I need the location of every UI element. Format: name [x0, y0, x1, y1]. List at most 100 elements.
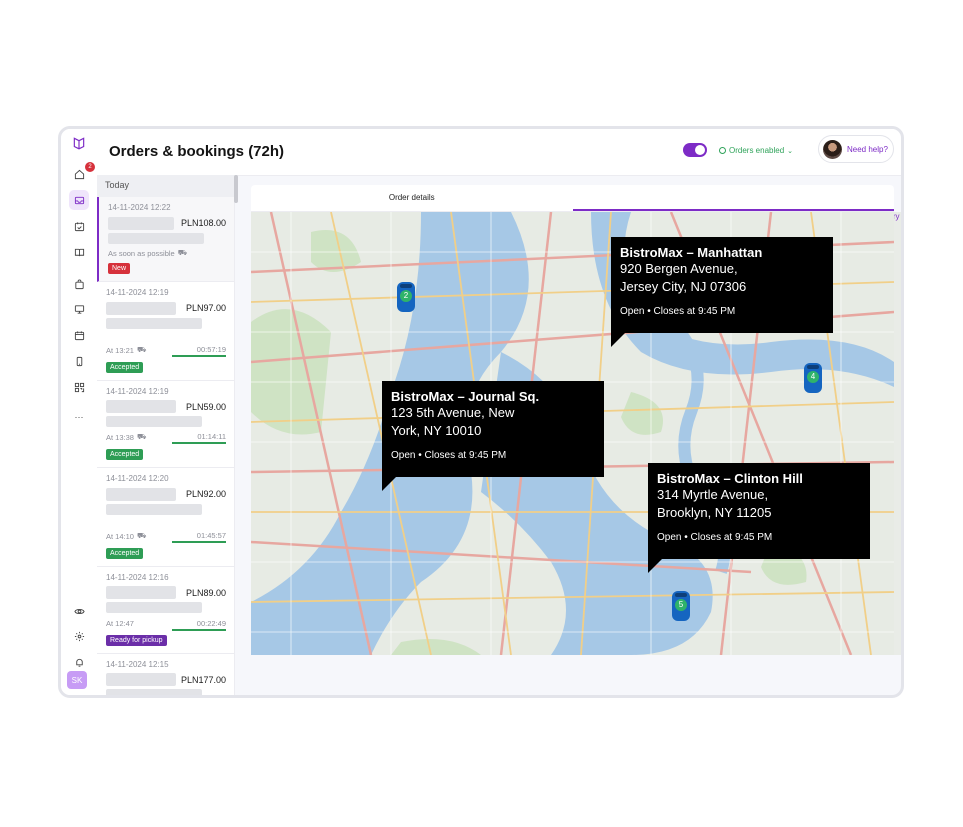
restaurant-address-line2: Brooklyn, NY 11205 — [657, 505, 772, 520]
asap-label: As soon as possible — [108, 248, 175, 258]
restaurant-address-line2: Jersey City, NJ 07306 — [620, 279, 747, 294]
status-badge: New — [108, 263, 131, 274]
redacted-name — [106, 400, 176, 413]
status-badge: Accepted — [106, 449, 144, 460]
qr-code-icon[interactable] — [69, 377, 89, 397]
calendar-icon[interactable] — [69, 325, 89, 345]
restaurant-name: BistroMax – Manhattan — [620, 245, 763, 260]
countdown-timer: 01:45:57 — [196, 531, 226, 540]
redacted-details — [106, 602, 202, 613]
order-date: 14-11-2024 12:19 — [106, 288, 169, 297]
inbox-icon[interactable] — [69, 190, 89, 210]
app-window: 2 ··· SK Orders & bookings (72h) Orders … — [58, 126, 904, 698]
restaurant-address-line1: 314 Myrtle Avenue, — [657, 487, 769, 502]
chevron-down-icon: ⌄ — [787, 147, 794, 155]
monitor-icon[interactable] — [69, 299, 89, 319]
progress-bar — [172, 355, 226, 357]
callout-pointer — [611, 333, 625, 347]
orders-toggle[interactable] — [683, 143, 707, 157]
driver-number: 4 — [807, 371, 819, 383]
settings-icon[interactable] — [69, 626, 89, 646]
order-card[interactable]: 14-11-2024 12:16 PLN89.00 At 12:47 00:22… — [97, 567, 234, 654]
delivery-time: As soon as possible ⛟ — [108, 248, 187, 258]
restaurant-callout-journal-sq[interactable]: BistroMax – Journal Sq. 123 5th Avenue, … — [382, 381, 604, 491]
order-card[interactable]: 14-11-2024 12:22 PLN108.00 As soon as po… — [97, 197, 234, 282]
restaurant-callout-manhattan[interactable]: BistroMax – Manhattan 920 Bergen Avenue,… — [611, 237, 833, 347]
day-header: Today — [97, 175, 234, 197]
list-scrollbar[interactable] — [234, 175, 238, 203]
restaurant-name: BistroMax – Clinton Hill — [657, 471, 803, 486]
calendar-check-icon[interactable] — [69, 216, 89, 236]
order-date: 14-11-2024 12:20 — [106, 474, 169, 483]
bell-icon[interactable] — [69, 652, 89, 672]
orders-status-dropdown[interactable]: Orders enabled ⌄ — [719, 146, 793, 155]
car-icon: ⛟ — [136, 531, 147, 540]
order-list: Today 14-11-2024 12:22 PLN108.00 As soon… — [97, 175, 235, 695]
more-icon[interactable]: ··· — [69, 407, 89, 427]
delivery-time-label: At 13:21 — [106, 345, 134, 355]
truck-icon: ⛟ — [177, 248, 188, 257]
order-card[interactable]: 14-11-2024 12:20 PLN92.00 At 14:10 ⛟ 01:… — [97, 468, 234, 567]
restaurant-callout-clinton-hill[interactable]: BistroMax – Clinton Hill 314 Myrtle Aven… — [648, 463, 870, 573]
top-header: Orders & bookings (72h) Orders enabled ⌄… — [97, 129, 901, 176]
order-date: 14-11-2024 12:19 — [106, 387, 169, 396]
redacted-details — [108, 233, 204, 244]
order-card[interactable]: 14-11-2024 12:15 PLN177.00 — [97, 654, 234, 695]
main-panel: Order details Delivery Map — [251, 185, 901, 655]
order-price: PLN97.00 — [185, 303, 226, 313]
driver-number: 2 — [400, 290, 412, 302]
restaurant-address-line2: York, NY 10010 — [391, 423, 482, 438]
order-card[interactable]: 14-11-2024 12:19 PLN97.00 At 13:21 ⛟ 00:… — [97, 282, 234, 381]
notification-badge: 2 — [85, 162, 95, 172]
delivery-time-label: At 12:47 — [106, 619, 134, 628]
delivery-time-label: At 14:10 — [106, 531, 134, 541]
order-date: 14-11-2024 12:16 — [106, 573, 169, 582]
active-tab-indicator — [573, 209, 894, 211]
redacted-name — [106, 586, 176, 599]
restaurant-hours: Open • Closes at 9:45 PM — [657, 532, 773, 543]
order-date: 14-11-2024 12:15 — [106, 660, 169, 669]
progress-bar — [172, 629, 226, 631]
countdown-timer: 01:14:11 — [197, 432, 226, 441]
countdown-timer: 00:22:49 — [196, 619, 226, 628]
car-icon: ⛟ — [136, 345, 147, 354]
need-help-button[interactable]: Need help? — [818, 135, 894, 163]
callout-pointer — [648, 559, 662, 573]
redacted-name — [108, 217, 174, 230]
redacted-details — [106, 416, 202, 427]
car-icon: ⛟ — [136, 432, 147, 441]
restaurant-name: BistroMax – Journal Sq. — [391, 389, 540, 404]
redacted-name — [106, 673, 176, 686]
redacted-name — [106, 488, 176, 501]
driver-marker[interactable]: 2 — [397, 282, 415, 312]
status-badge: Ready for pickup — [106, 635, 167, 646]
callout-pointer — [382, 477, 396, 491]
delivery-time: At 13:38 ⛟ — [106, 432, 146, 442]
order-card[interactable]: 14-11-2024 12:19 PLN59.00 At 13:38 ⛟ 01:… — [97, 381, 234, 468]
driver-number: 5 — [675, 599, 687, 611]
eye-icon[interactable] — [69, 601, 89, 621]
restaurant-hours: Open • Closes at 9:45 PM — [391, 450, 507, 461]
orders-status-label: Orders enabled — [729, 146, 785, 155]
order-price: PLN177.00 — [180, 675, 226, 685]
bag-icon[interactable] — [69, 274, 89, 294]
book-icon[interactable] — [69, 242, 89, 262]
delivery-map[interactable]: 2 4 5 BistroMax – Manhattan 920 Bergen A… — [251, 212, 894, 655]
need-help-label: Need help? — [847, 144, 888, 154]
progress-bar — [172, 442, 226, 444]
support-avatar — [823, 139, 842, 159]
driver-marker[interactable]: 4 — [804, 363, 822, 393]
logo-icon[interactable] — [69, 133, 89, 153]
delivery-time-label: At 13:38 — [106, 432, 134, 442]
redacted-details — [106, 504, 202, 515]
order-price: PLN59.00 — [185, 402, 226, 412]
tab-order-details[interactable]: Order details — [251, 193, 573, 202]
countdown-timer: 00:57:19 — [196, 345, 226, 354]
icon-rail: 2 ··· SK — [61, 129, 98, 695]
driver-marker[interactable]: 5 — [672, 591, 690, 621]
restaurant-address-line1: 920 Bergen Avenue, — [620, 261, 738, 276]
page-title: Orders & bookings (72h) — [109, 143, 285, 160]
phone-icon[interactable] — [69, 351, 89, 371]
user-avatar[interactable]: SK — [67, 671, 87, 689]
status-badge: Accepted — [106, 548, 144, 559]
